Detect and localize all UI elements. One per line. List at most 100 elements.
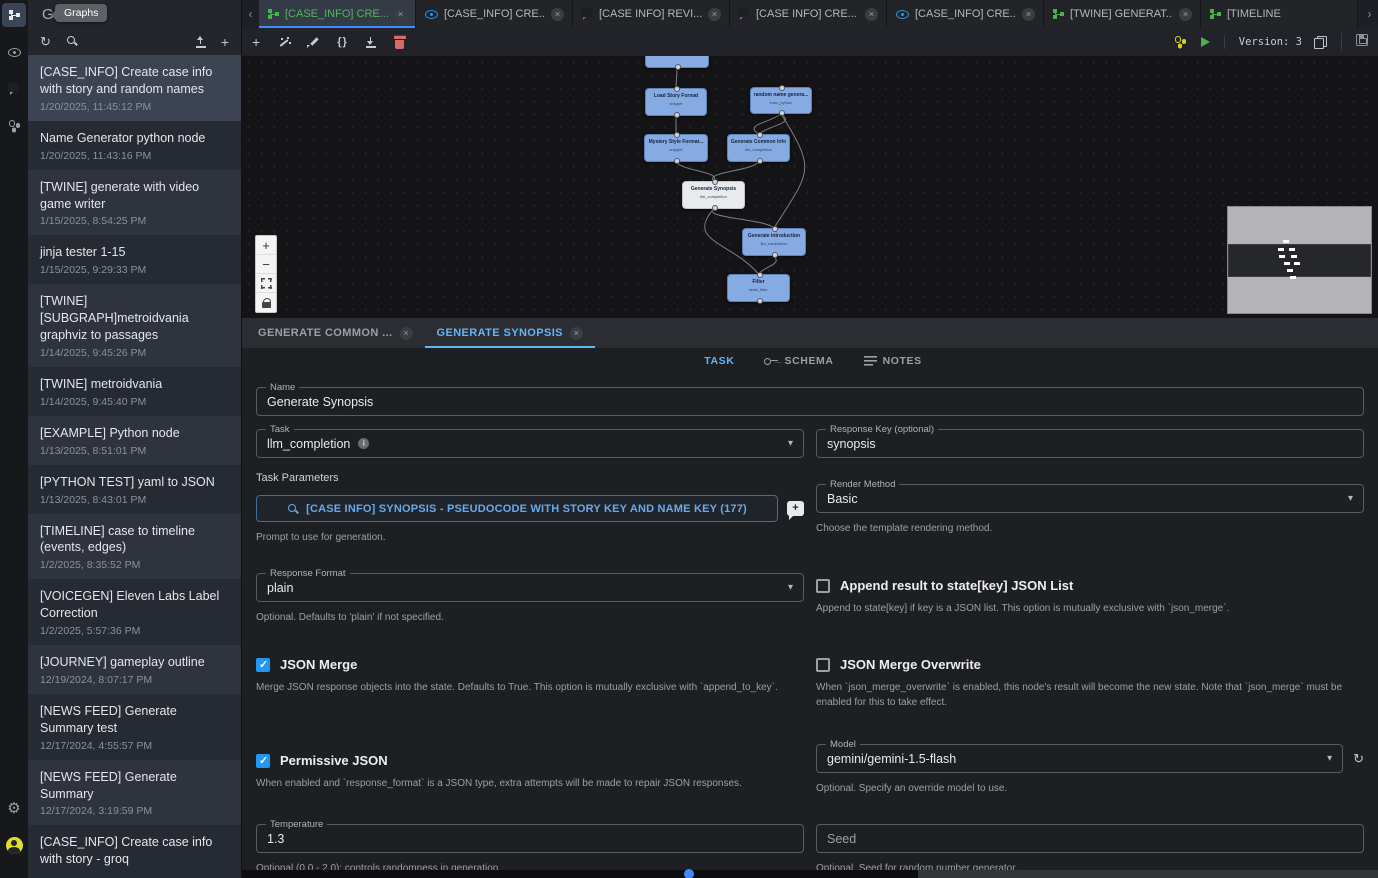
tabs-scroll-left-icon[interactable]: ‹ <box>242 0 259 28</box>
graph-list-item[interactable]: [TWINE][SUBGRAPH]metroidvania graphviz t… <box>28 284 241 367</box>
checkbox-icon <box>816 579 830 593</box>
tab-close-icon[interactable]: × <box>865 8 878 21</box>
node-tab[interactable]: GENERATE SYNOPSIS × <box>425 318 595 348</box>
graph-node[interactable]: Filterstate_filter <box>727 274 790 302</box>
graphs-panel-header: Graphs Graphs <box>28 0 241 28</box>
response-key-field[interactable]: Response Key (optional) synopsis <box>816 429 1364 458</box>
minimap[interactable] <box>1227 206 1372 314</box>
lock-button[interactable] <box>256 293 276 312</box>
graphs-panel: Graphs Graphs ↻ + [CASE_INFO] Create cas… <box>28 0 242 878</box>
graph-list-item[interactable]: Name Generator python node 1/20/2025, 11… <box>28 121 241 170</box>
graph-list-item[interactable]: [TWINE] metroidvania 1/14/2025, 9:45:40 … <box>28 367 241 416</box>
editor-tab[interactable]: [TIMELINE × <box>1201 0 1358 28</box>
graph-list-item[interactable]: [JOURNEY] gameplay outline 12/19/2024, 8… <box>28 645 241 694</box>
editor-tab[interactable]: [CASE_INFO] CRE... × <box>259 0 416 28</box>
editor-tab[interactable]: [CASE INFO] REVI... × <box>573 0 730 28</box>
permissive-json-checkbox[interactable]: Permissive JSON <box>256 753 804 768</box>
tab-close-icon[interactable]: × <box>1022 8 1035 21</box>
rail-prompts-button[interactable] <box>2 77 26 101</box>
checkbox-icon <box>256 658 270 672</box>
node-tab[interactable]: GENERATE COMMON ... × <box>246 318 425 348</box>
node-tab-close-icon[interactable]: × <box>570 327 583 340</box>
zoom-out-button[interactable]: − <box>256 255 276 274</box>
graph-list-item[interactable]: [PYTHON TEST] yaml to JSON 1/13/2025, 8:… <box>28 465 241 514</box>
refresh-icon[interactable]: ↻ <box>40 35 51 48</box>
json-merge-checkbox[interactable]: JSON Merge <box>256 657 804 672</box>
render-method-select[interactable]: Render Method Basic ▾ <box>816 484 1364 513</box>
json-icon[interactable]: {} <box>337 37 348 48</box>
zoom-in-button[interactable]: + <box>256 236 276 255</box>
gear-icon: ⚙ <box>7 801 20 816</box>
graph-item-timestamp: 12/19/2024, 8:07:17 PM <box>40 674 229 686</box>
json-merge-overwrite-checkbox[interactable]: JSON Merge Overwrite <box>816 657 1364 672</box>
node-subtab[interactable]: TASK <box>698 355 734 367</box>
node-tab-close-icon[interactable]: × <box>400 327 413 340</box>
run-workflow-icon[interactable] <box>1174 36 1187 48</box>
rail-graphs-button[interactable] <box>2 3 26 27</box>
graph-item-title: [TWINE] generate with video game writer <box>40 179 229 213</box>
add-node-icon[interactable]: + <box>252 35 260 49</box>
editor-tab[interactable]: [TWINE] GENERAT... × <box>1044 0 1201 28</box>
info-icon[interactable] <box>358 438 369 449</box>
graph-list-item[interactable]: [TWINE] generate with video game writer … <box>28 170 241 236</box>
node-subtab[interactable]: SCHEMA <box>764 355 833 367</box>
graph-list-item[interactable]: jinja tester 1-15 1/15/2025, 9:29:33 PM <box>28 235 241 284</box>
graph-node[interactable]: Mystery Style Format...snippet <box>644 134 708 162</box>
seed-field[interactable]: Seed <box>816 824 1364 853</box>
graph-list-item[interactable]: [CASE_INFO] Create case info with story … <box>28 825 241 878</box>
fit-view-button[interactable] <box>256 274 276 293</box>
upload-icon[interactable] <box>195 36 207 48</box>
editor-tab[interactable]: [CASE INFO] CRE... × <box>730 0 887 28</box>
download-icon[interactable] <box>365 36 377 48</box>
node-subtab[interactable]: NOTES <box>864 355 922 367</box>
graph-node[interactable]: Load Story Formatsnippet <box>645 88 707 116</box>
graph-list-item[interactable]: [TIMELINE] case to timeline (events, edg… <box>28 514 241 580</box>
task-select[interactable]: Task llm_completion ▾ <box>256 429 804 458</box>
tab-close-icon[interactable]: × <box>1179 8 1192 21</box>
graph-node[interactable]: Generate Introductionllm_completion <box>742 228 806 256</box>
graph-node[interactable]: Generate Synopsisllm_completion <box>682 181 745 209</box>
add-graph-icon[interactable]: + <box>221 35 229 49</box>
save-icon[interactable] <box>1356 34 1368 46</box>
rail-account-button[interactable] <box>2 833 26 857</box>
scrollbar-thumb[interactable] <box>242 870 918 878</box>
editor-tab[interactable]: [CASE_INFO] CRE... × <box>416 0 573 28</box>
tabs-scroll-right-icon[interactable]: › <box>1361 0 1378 28</box>
horizontal-scrollbar[interactable] <box>242 870 1378 878</box>
delete-icon[interactable] <box>394 36 406 49</box>
json-merge-cell: JSON Merge Merge JSON response objects i… <box>256 657 804 710</box>
rail-preview-button[interactable] <box>2 40 26 64</box>
new-prompt-icon[interactable] <box>787 501 804 516</box>
rail-workflow-button[interactable] <box>2 114 26 138</box>
append-to-key-helper: Append to state[key] if key is a JSON li… <box>816 601 1364 616</box>
graph-canvas[interactable]: state_mkey Load Story Formatsnippet random… <box>242 56 1378 318</box>
graph-node[interactable]: random name genera...exec_python <box>750 87 812 114</box>
name-field[interactable]: Name Generate Synopsis <box>256 387 1364 416</box>
graph-node[interactable]: state_mkey <box>645 56 709 68</box>
scrollbar-handle[interactable] <box>684 869 694 878</box>
graph-list-item[interactable]: [VOICEGEN] Eleven Labs Label Correction … <box>28 579 241 645</box>
auto-layout-icon[interactable] <box>277 36 290 49</box>
append-to-key-checkbox[interactable]: Append result to state[key] JSON List <box>816 578 1364 593</box>
editor-tab[interactable]: [CASE_INFO] CRE... × <box>887 0 1044 28</box>
refresh-models-icon[interactable]: ↻ <box>1353 752 1364 765</box>
temperature-field[interactable]: Temperature 1.3 <box>256 824 804 853</box>
search-icon[interactable] <box>66 35 79 48</box>
node-tab-label: GENERATE COMMON ... <box>258 327 393 339</box>
tab-close-icon[interactable]: × <box>394 8 407 21</box>
rail-settings-button[interactable]: ⚙ <box>2 796 26 820</box>
prompt-select-button[interactable]: [CASE INFO] SYNOPSIS - PSEUDOCODE WITH S… <box>256 495 778 522</box>
copy-icon[interactable] <box>1314 36 1327 49</box>
model-select[interactable]: Model gemini/gemini-1.5-flash ▾ <box>816 744 1343 773</box>
graph-list-item[interactable]: [NEWS FEED] Generate Summary 12/17/2024,… <box>28 760 241 826</box>
tab-close-icon[interactable]: × <box>551 8 564 21</box>
play-icon[interactable] <box>1201 37 1210 47</box>
tab-close-icon[interactable]: × <box>708 8 721 21</box>
graph-node[interactable]: Generate Common Infollm_completion <box>727 134 790 162</box>
graph-list-item[interactable]: [CASE_INFO] Create case info with story … <box>28 55 241 121</box>
tab-type-icon <box>581 8 593 20</box>
response-format-select[interactable]: Response Format plain ▾ <box>256 573 804 602</box>
graph-list-item[interactable]: [NEWS FEED] Generate Summary test 12/17/… <box>28 694 241 760</box>
edit-icon[interactable] <box>307 36 320 49</box>
graph-list-item[interactable]: [EXAMPLE] Python node 1/13/2025, 8:51:01… <box>28 416 241 465</box>
